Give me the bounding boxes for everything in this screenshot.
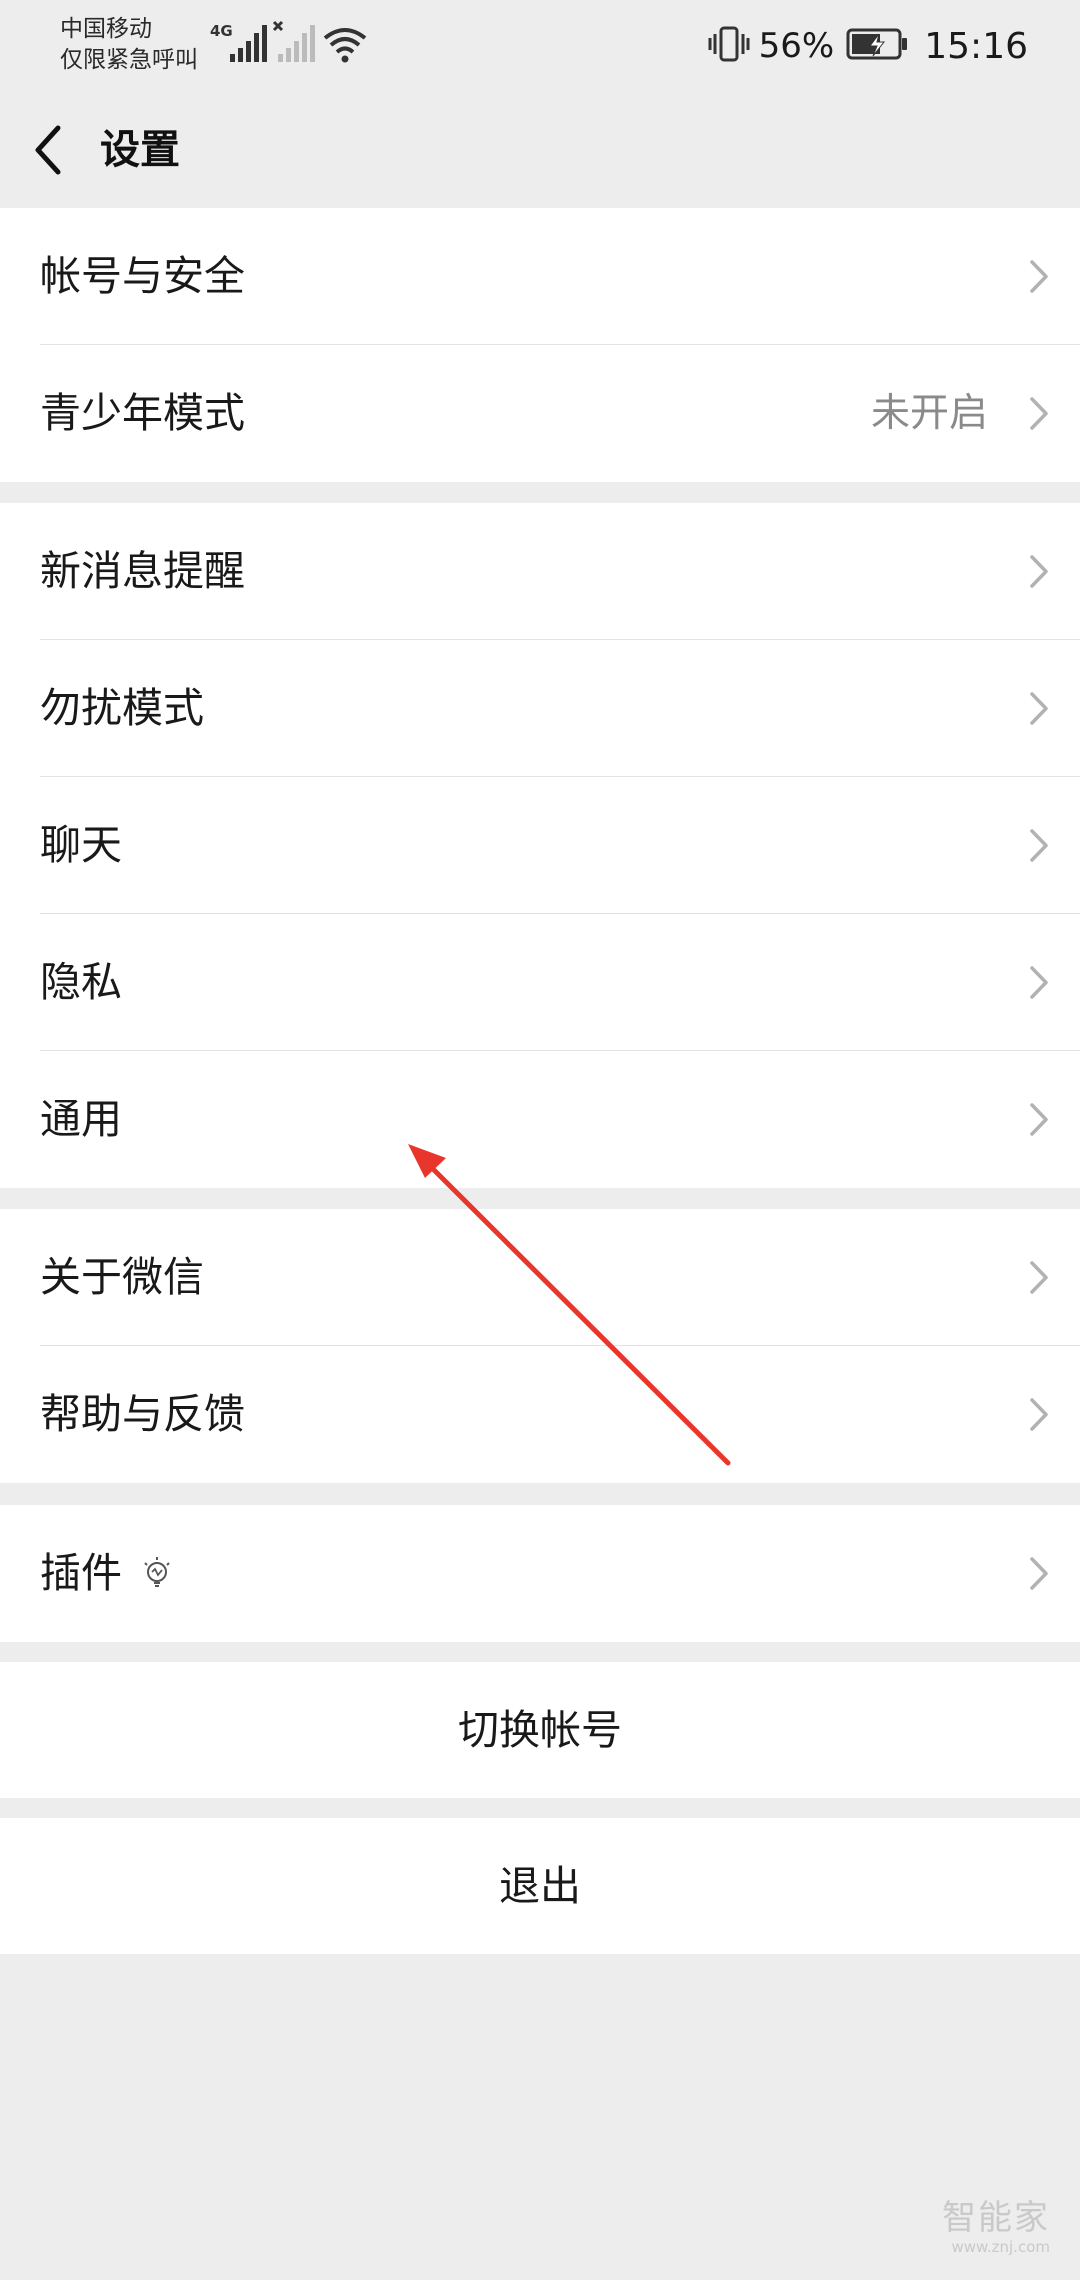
watermark-logo-text: 智能家 — [942, 2198, 1050, 2238]
settings-item-label: 聊天 — [40, 821, 122, 869]
battery-charging-icon — [846, 27, 908, 65]
settings-group-account: 帐号与安全 青少年模式 未开启 — [0, 208, 1080, 482]
network-type-label: 4G — [210, 22, 233, 40]
lightbulb-icon — [144, 1557, 170, 1587]
signal-icon: 4G — [210, 20, 268, 68]
settings-item-label: 通用 — [40, 1095, 122, 1143]
chevron-right-icon — [1030, 260, 1048, 293]
clock: 15:16 — [924, 25, 1028, 67]
chevron-right-icon — [1030, 692, 1048, 725]
settings-item-chat[interactable]: 聊天 — [0, 777, 1080, 914]
page-title: 设置 — [100, 127, 180, 173]
settings-item-privacy[interactable]: 隐私 — [0, 914, 1080, 1051]
settings-item-label: 勿扰模式 — [40, 684, 204, 732]
chevron-right-icon — [1030, 1261, 1048, 1294]
settings-group-general: 新消息提醒 勿扰模式 聊天 隐私 通用 — [0, 503, 1080, 1188]
settings-group-about: 关于微信 帮助与反馈 — [0, 1209, 1080, 1483]
settings-group-plugins: 插件 — [0, 1505, 1080, 1642]
chevron-right-icon — [1030, 1398, 1048, 1431]
watermark-url: www.znj.com — [951, 2238, 1050, 2256]
chevron-right-icon — [1030, 966, 1048, 999]
signal-disabled-icon — [272, 20, 316, 68]
settings-item-label: 插件 — [40, 1549, 122, 1597]
settings-item-label: 新消息提醒 — [40, 547, 245, 595]
status-right-group: 56% 15:16 — [707, 20, 1028, 72]
nav-header: 设置 — [0, 92, 1080, 208]
settings-item-notifications[interactable]: 新消息提醒 — [0, 503, 1080, 640]
chevron-left-icon — [35, 125, 61, 175]
carrier-info: 中国移动 仅限紧急呼叫 — [60, 14, 198, 76]
settings-item-label: 关于微信 — [40, 1253, 204, 1301]
wifi-icon — [322, 24, 368, 68]
carrier-name: 中国移动 — [60, 16, 152, 42]
switch-account-button[interactable]: 切换帐号 — [0, 1662, 1080, 1798]
settings-item-label: 青少年模式 — [40, 389, 245, 437]
settings-item-do-not-disturb[interactable]: 勿扰模式 — [0, 640, 1080, 777]
vibrate-icon — [707, 24, 751, 68]
emergency-only-text: 仅限紧急呼叫 — [60, 47, 198, 73]
settings-item-label: 帮助与反馈 — [40, 1390, 245, 1438]
chevron-right-icon — [1030, 397, 1048, 430]
battery-percent: 56% — [758, 26, 835, 66]
settings-item-help-feedback[interactable]: 帮助与反馈 — [0, 1346, 1080, 1483]
chevron-right-icon — [1030, 1103, 1048, 1136]
settings-item-teen-mode[interactable]: 青少年模式 未开启 — [0, 345, 1080, 482]
chevron-right-icon — [1030, 555, 1048, 588]
settings-item-label: 帐号与安全 — [40, 252, 245, 300]
teen-mode-status: 未开启 — [870, 391, 988, 436]
settings-item-about-wechat[interactable]: 关于微信 — [0, 1209, 1080, 1346]
settings-item-label: 隐私 — [40, 958, 122, 1006]
settings-item-general[interactable]: 通用 — [0, 1051, 1080, 1188]
settings-item-account-security[interactable]: 帐号与安全 — [0, 208, 1080, 345]
watermark: 智能家 www.znj.com — [942, 2198, 1050, 2256]
settings-item-plugins[interactable]: 插件 — [0, 1505, 1080, 1642]
status-bar: 中国移动 仅限紧急呼叫 4G 56% 15:16 — [0, 0, 1080, 92]
chevron-right-icon — [1030, 1557, 1048, 1590]
back-button[interactable] — [28, 118, 88, 182]
logout-button[interactable]: 退出 — [0, 1818, 1080, 1954]
chevron-right-icon — [1030, 829, 1048, 862]
